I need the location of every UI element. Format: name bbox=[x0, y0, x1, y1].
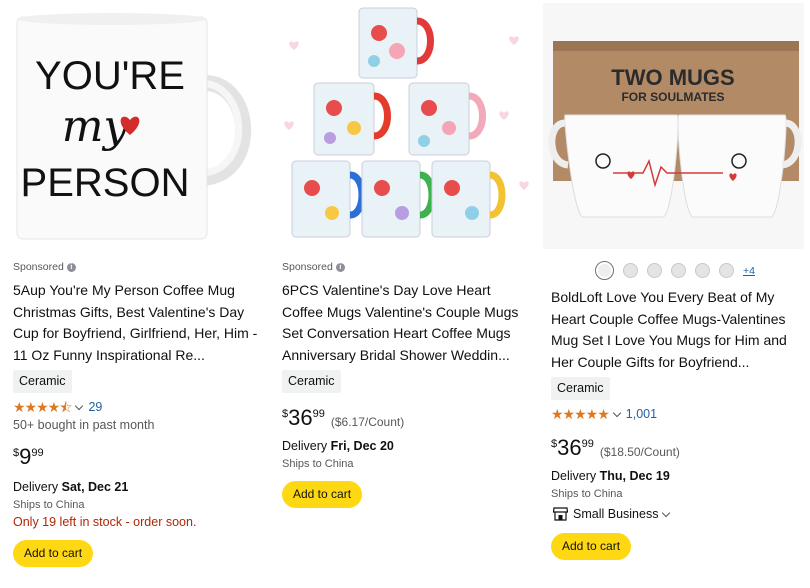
chevron-down-icon[interactable] bbox=[75, 401, 84, 410]
unit-price: ($18.50/Count) bbox=[599, 445, 680, 459]
info-icon[interactable]: i bbox=[335, 262, 345, 272]
material-badge: Ceramic bbox=[13, 370, 72, 393]
product-card[interactable]: YOU'RE my PERSON Sponsored i 5Aup You're… bbox=[5, 3, 266, 588]
product-image[interactable] bbox=[274, 3, 535, 249]
delivery-label: Delivery bbox=[13, 480, 62, 494]
product-card[interactable]: Sponsored i 6PCS Valentine's Day Love He… bbox=[274, 3, 535, 588]
ships-to: Ships to China bbox=[282, 458, 354, 470]
unit-price: ($6.17/Count) bbox=[330, 415, 405, 429]
swatch-selected[interactable] bbox=[595, 261, 614, 280]
sponsored-text: Sponsored bbox=[282, 261, 333, 273]
delivery-info: Delivery Sat, Dec 21 bbox=[13, 480, 128, 494]
material-badge: Ceramic bbox=[551, 377, 610, 400]
sponsored-text: Sponsored bbox=[13, 261, 64, 273]
material-badge: Ceramic bbox=[282, 370, 341, 393]
price-fraction: 99 bbox=[31, 447, 44, 459]
product-title[interactable]: 6PCS Valentine's Day Love Heart Coffee M… bbox=[282, 280, 530, 366]
mug-text-line3: PERSON bbox=[21, 161, 190, 205]
add-to-cart-button[interactable]: Add to cart bbox=[13, 540, 94, 567]
add-to-cart-button[interactable]: Add to cart bbox=[551, 533, 632, 560]
swatch[interactable] bbox=[671, 263, 686, 278]
price-whole: 9 bbox=[19, 444, 32, 469]
product-title[interactable]: BoldLoft Love You Every Beat of My Heart… bbox=[551, 287, 799, 373]
review-count-link[interactable]: 1,001 bbox=[626, 407, 657, 421]
ships-to: Ships to China bbox=[13, 499, 85, 511]
star-rating-icon[interactable]: ★★★★⯪ bbox=[13, 399, 72, 415]
product-image[interactable]: TWO MUGS FOR SOULMATES bbox=[543, 3, 804, 249]
delivery-date: Fri, Dec 20 bbox=[330, 439, 394, 453]
swatch[interactable] bbox=[695, 263, 710, 278]
price-whole: 36 bbox=[557, 435, 582, 460]
delivery-label: Delivery bbox=[282, 439, 331, 453]
price-fraction: 99 bbox=[581, 438, 594, 450]
mug-text-line1: YOU'RE bbox=[35, 54, 185, 98]
price[interactable]: $ 36 99 ($18.50/Count) bbox=[551, 435, 680, 461]
chevron-down-icon[interactable] bbox=[612, 408, 622, 417]
review-count-link[interactable]: 29 bbox=[88, 400, 102, 414]
sponsored-label: Sponsored i bbox=[282, 261, 345, 273]
delivery-date: Thu, Dec 19 bbox=[599, 469, 670, 483]
small-business-badge[interactable]: Small Business bbox=[553, 507, 675, 521]
rating-row[interactable]: ★★★★⯪ 29 bbox=[13, 399, 102, 415]
delivery-label: Delivery bbox=[551, 469, 600, 483]
price[interactable]: $ 36 99 ($6.17/Count) bbox=[282, 405, 404, 431]
price[interactable]: $ 9 99 bbox=[13, 444, 44, 470]
rating-row[interactable]: ★★★★★ 1,001 bbox=[551, 406, 657, 422]
delivery-info: Delivery Thu, Dec 19 bbox=[551, 469, 670, 483]
swatch[interactable] bbox=[647, 263, 662, 278]
small-business-label: Small Business bbox=[573, 507, 659, 521]
sponsored-label: Sponsored i bbox=[13, 261, 76, 273]
stock-warning: Only 19 left in stock - order soon. bbox=[13, 515, 197, 529]
product-card[interactable]: TWO MUGS FOR SOULMATES +4 BoldLoft Love … bbox=[543, 3, 804, 588]
add-to-cart-button[interactable]: Add to cart bbox=[282, 481, 363, 508]
delivery-date: Sat, Dec 21 bbox=[61, 480, 129, 494]
storefront-icon bbox=[553, 507, 568, 521]
info-icon[interactable]: i bbox=[66, 262, 76, 272]
product-title[interactable]: 5Aup You're My Person Coffee Mug Christm… bbox=[13, 280, 261, 366]
swatch[interactable] bbox=[719, 263, 734, 278]
ships-to: Ships to China bbox=[551, 488, 623, 500]
mug-text-line2: my bbox=[62, 101, 130, 152]
delivery-info: Delivery Fri, Dec 20 bbox=[282, 439, 394, 453]
box-text-line2: FOR SOULMATES bbox=[621, 90, 724, 104]
more-swatches-link[interactable]: +4 bbox=[743, 265, 755, 277]
price-fraction: 99 bbox=[312, 408, 325, 420]
color-swatches[interactable]: +4 bbox=[595, 261, 755, 280]
box-text-line1: TWO MUGS bbox=[611, 65, 734, 90]
product-image[interactable]: YOU'RE my PERSON bbox=[5, 3, 266, 249]
price-whole: 36 bbox=[288, 405, 313, 430]
swatch[interactable] bbox=[623, 263, 638, 278]
star-rating-icon[interactable]: ★★★★★ bbox=[551, 406, 610, 422]
bought-count: 50+ bought in past month bbox=[13, 418, 155, 432]
chevron-down-icon[interactable] bbox=[662, 508, 671, 517]
